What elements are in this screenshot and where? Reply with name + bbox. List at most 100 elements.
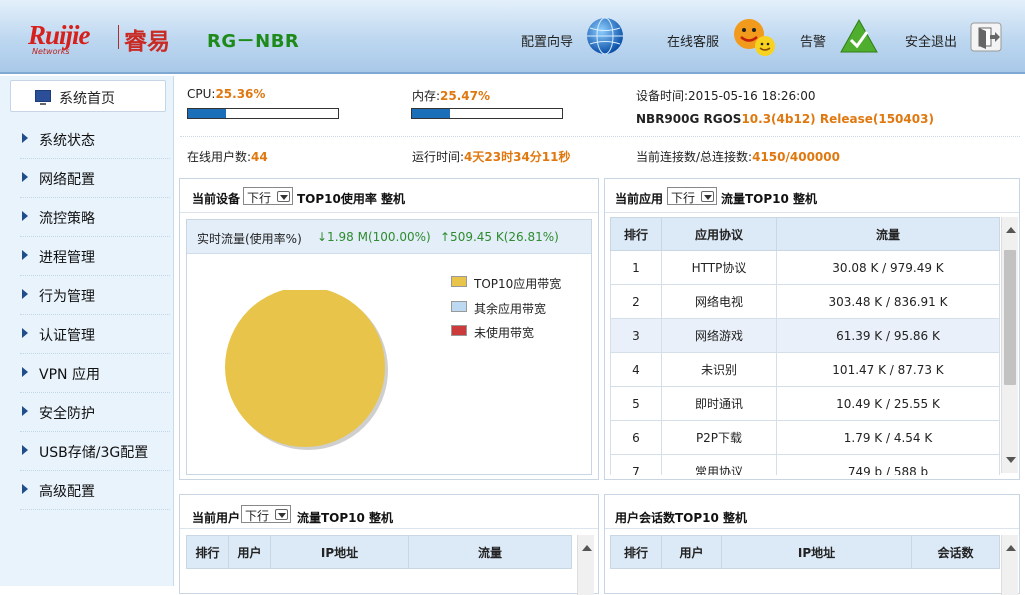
sidebar-item-label: 系统状态: [39, 133, 95, 149]
app-table-viewport: 排行 应用协议 流量 1 HTTP协议 30.08 K / 979.49 K 2 网络电…: [610, 217, 1002, 475]
protocol-cell: 网络电视: [661, 284, 777, 319]
sidebar-item-process-manage[interactable]: 进程管理: [20, 237, 170, 276]
scroll-up-icon[interactable]: [582, 545, 592, 551]
wizard-link[interactable]: 配置向导: [521, 31, 573, 50]
chevron-down-icon: [277, 191, 290, 202]
scroll-up-icon[interactable]: [1006, 227, 1016, 233]
protocol-cell: HTTP协议: [661, 250, 777, 285]
cpu-usage-bar: [187, 108, 339, 119]
device-top10-panel: 当前设备 下行 TOP10使用率 整机 实时流量(使用率%) ↓1.98 M(1…: [179, 178, 599, 480]
triangle-right-icon: [22, 211, 28, 221]
legend-label-top10: TOP10应用带宽: [474, 277, 562, 291]
panel-header: 当前应用 下行 流量TOP10 整机: [605, 179, 1019, 213]
direction-select[interactable]: 下行: [241, 505, 291, 523]
memory-usage-bar: [411, 108, 563, 119]
sidebar: 系统首页 系统状态 网络配置 流控策略 进程管理 行为管理 认证管理 VPN 应…: [0, 76, 174, 586]
table-header-row: 排行 用户 IP地址 流量: [186, 535, 572, 569]
traffic-cell: 1.79 K / 4.54 K: [776, 420, 1000, 455]
triangle-right-icon: [22, 484, 28, 494]
ruijie-logo: Ruijie Networks 睿易: [28, 20, 178, 56]
column-header: 排行: [186, 535, 229, 569]
scroll-thumb[interactable]: [1004, 250, 1016, 385]
table-row[interactable]: 6 P2P下载 1.79 K / 4.54 K: [610, 420, 1000, 455]
rank-cell: 4: [610, 352, 662, 387]
rank-cell: 2: [610, 284, 662, 319]
sidebar-item-usb-3g[interactable]: USB存储/3G配置: [20, 432, 170, 471]
select-value: 下行: [245, 509, 270, 523]
sidebar-item-advanced[interactable]: 高级配置: [20, 471, 170, 510]
sidebar-item-system-status[interactable]: 系统状态: [20, 120, 170, 159]
realtime-label: 实时流量(使用率%): [197, 232, 302, 246]
table-row[interactable]: 3 网络游戏 61.39 K / 95.86 K: [610, 318, 1000, 353]
triangle-right-icon: [22, 172, 28, 182]
table-row[interactable]: 1 HTTP协议 30.08 K / 979.49 K: [610, 250, 1000, 285]
panel-prefix: 当前应用: [615, 192, 664, 206]
sidebar-item-home[interactable]: 系统首页: [10, 80, 166, 112]
device-time: 设备时间:2015-05-16 18:26:00: [636, 87, 816, 104]
column-header: 会话数: [911, 535, 1000, 569]
legend-swatch-other: [451, 301, 467, 312]
logout-door-icon[interactable]: [970, 22, 1002, 52]
protocol-cell: P2P下载: [661, 420, 777, 455]
column-header: 流量: [408, 535, 572, 569]
triangle-right-icon: [22, 367, 28, 377]
protocol-cell: 未识别: [661, 352, 777, 387]
session-table-scrollbar[interactable]: [1001, 535, 1018, 595]
sidebar-item-auth-manage[interactable]: 认证管理: [20, 315, 170, 354]
uptime-label: 运行时间:: [412, 150, 465, 164]
table-row[interactable]: 7 常用协议 749 b / 588 b: [610, 454, 1000, 475]
user-table-scrollbar[interactable]: [577, 535, 594, 595]
direction-select[interactable]: 下行: [243, 187, 293, 205]
legend-swatch-unused: [451, 325, 467, 336]
rank-cell: 6: [610, 420, 662, 455]
app-table-scrollbar[interactable]: [1001, 217, 1018, 473]
cpu-value: 25.36%: [215, 87, 266, 101]
uptime-stat: 运行时间:4天23时34分11秒: [412, 148, 571, 165]
bandwidth-pie-chart: [225, 290, 388, 450]
panel-header: 当前用户 下行 流量TOP10 整机: [180, 495, 598, 529]
traffic-cell: 10.49 K / 25.55 K: [776, 386, 1000, 421]
column-header: 排行: [610, 535, 662, 569]
legend-label-other: 其余应用带宽: [474, 302, 547, 316]
traffic-cell: 61.39 K / 95.86 K: [776, 318, 1000, 353]
support-smiley-icon[interactable]: [732, 16, 778, 58]
scroll-up-icon[interactable]: [1006, 545, 1016, 551]
upstream-value: ↑509.45 K(26.81%): [440, 230, 559, 244]
sidebar-item-label: 安全防护: [39, 406, 95, 422]
table-row[interactable]: 2 网络电视 303.48 K / 836.91 K: [610, 284, 1000, 319]
sidebar-item-security[interactable]: 安全防护: [20, 393, 170, 432]
app-traffic-table: 排行 应用协议 流量 1 HTTP协议 30.08 K / 979.49 K 2 网络电…: [610, 217, 1000, 475]
sidebar-item-network-config[interactable]: 网络配置: [20, 159, 170, 198]
firmware-version: NBR900G RGOS10.3(4b12) Release(150403): [636, 112, 934, 126]
globe-icon[interactable]: [585, 16, 625, 56]
sidebar-item-label: 进程管理: [39, 250, 95, 266]
column-header: 应用协议: [661, 217, 777, 251]
sidebar-item-label: USB存储/3G配置: [39, 445, 149, 461]
user-top10-panel: 当前用户 下行 流量TOP10 整机 排行 用户 IP地址 流量: [179, 494, 599, 595]
sidebar-item-flow-policy[interactable]: 流控策略: [20, 198, 170, 237]
sidebar-item-behavior-manage[interactable]: 行为管理: [20, 276, 170, 315]
logout-link[interactable]: 安全退出: [905, 31, 957, 50]
online-support-link[interactable]: 在线客服: [667, 31, 719, 50]
table-row[interactable]: 4 未识别 101.47 K / 87.73 K: [610, 352, 1000, 387]
panel-prefix: 当前设备: [192, 192, 241, 206]
logo-cn-text: 睿易: [124, 29, 170, 55]
panel-title: 用户会话数TOP10 整机: [615, 511, 748, 525]
downstream-value: ↓1.98 M(100.00%): [317, 230, 431, 244]
direction-select[interactable]: 下行: [667, 187, 717, 205]
table-header-row: 排行 应用协议 流量: [610, 217, 1000, 251]
sidebar-item-label: 高级配置: [39, 484, 95, 500]
alarm-link[interactable]: 告警: [800, 31, 826, 50]
table-row[interactable]: 5 即时通讯 10.49 K / 25.55 K: [610, 386, 1000, 421]
alarm-check-icon[interactable]: [839, 18, 879, 54]
protocol-cell: 常用协议: [661, 454, 777, 475]
version-value: 10.3(4b12) Release(150403): [741, 112, 934, 126]
table-header-row: 排行 用户 IP地址 会话数: [610, 535, 1000, 569]
realtime-bar: 实时流量(使用率%) ↓1.98 M(100.00%) ↑509.45 K(26…: [187, 220, 591, 254]
column-header: 流量: [776, 217, 1000, 251]
sidebar-item-vpn[interactable]: VPN 应用: [20, 354, 170, 393]
connections-stat: 当前连接数/总连接数:4150/400000: [636, 148, 840, 165]
rank-cell: 1: [610, 250, 662, 285]
scroll-down-icon[interactable]: [1006, 457, 1016, 463]
legend-swatch-top10: [451, 276, 467, 287]
